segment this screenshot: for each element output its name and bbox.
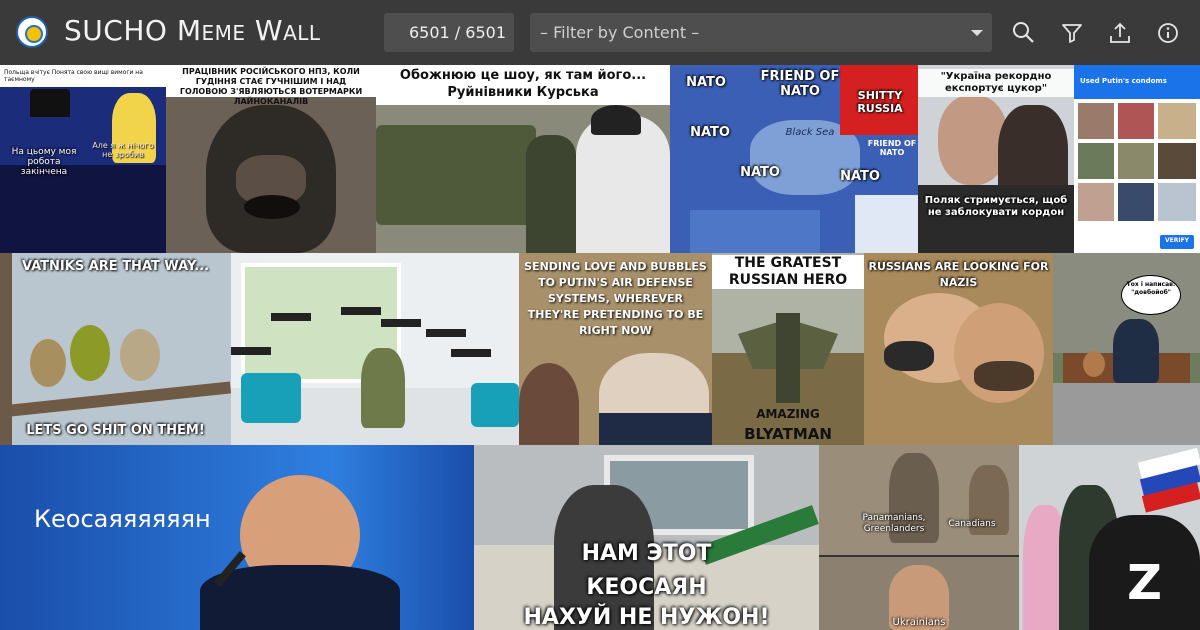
meme-caption: VATNIKS ARE THAT WAY... (21, 259, 210, 274)
meme-tile[interactable]: Кеосаяяяяяян (0, 445, 474, 630)
meme-tile[interactable] (231, 253, 519, 445)
meme-label: Ukrainians (892, 617, 946, 628)
meme-caption: На цьому моя робота закінчена (11, 147, 77, 177)
meme-caption: Поляк стримується, щоб не заблокувати ко… (924, 195, 1068, 218)
meme-caption: Польща вчітує Понята свою вищі вимоги на… (4, 69, 143, 83)
speech-bubble: Тох і написав: "довбойоб" (1126, 281, 1176, 296)
meme-label: NATO (690, 125, 730, 140)
meme-label: FRIEND OF NATO (760, 69, 840, 99)
meme-label: Z (1127, 555, 1162, 611)
content-filter-select[interactable]: – Filter by Content – (530, 13, 992, 52)
meme-caption: Руйнівники Курська (447, 85, 599, 100)
meme-label: Panamanians, Greenlanders (862, 513, 926, 534)
verify-button: VERIFY (1164, 237, 1190, 244)
meme-caption: НАХУЙ НЕ НУЖОН! (523, 605, 770, 630)
meme-caption: Кеосаяяяяяян (34, 505, 211, 533)
meme-tile[interactable]: Тох і написав: "довбойоб" (1053, 253, 1200, 445)
sucho-logo[interactable] (16, 16, 48, 48)
meme-caption: BLYATMAN (744, 425, 832, 443)
meme-caption: "Україна рекордно експортує цукор" (918, 69, 1074, 97)
meme-label: NATO (686, 75, 726, 90)
meme-label: SHITTY RUSSIA (857, 89, 903, 115)
filter-icon[interactable] (1059, 20, 1085, 46)
meme-caption: КЕОСАЯН (586, 575, 707, 600)
meme-caption: AMAZING (756, 407, 820, 421)
app-title-sub: Meme Wall (176, 14, 321, 47)
filter-placeholder: – Filter by Content – (540, 23, 700, 42)
meme-caption: SENDING LOVE AND BUBBLES TO PUTIN'S AIR … (524, 260, 707, 337)
meme-caption: Але я ж нічого не зробив (92, 141, 154, 159)
meme-tile[interactable]: "Україна рекордно експортує цукор" Поляк… (918, 65, 1074, 253)
meme-caption: Used Putin's condoms (1080, 77, 1167, 85)
meme-caption: THE GRATEST RUSSIAN HERO (712, 255, 864, 289)
meme-tile[interactable]: VATNIKS ARE THAT WAY... LETS GO SHIT ON … (0, 253, 231, 445)
top-bar: SUCHO Meme Wall 6501 / 6501 – Filter by … (0, 0, 1200, 65)
meme-tile[interactable]: Обожнюю це шоу, як там його... Руйнівник… (376, 65, 670, 253)
meme-tile[interactable]: Panamanians, Greenlanders Canadians Ukra… (819, 445, 1019, 630)
meme-caption: LETS GO SHIT ON THEM! (26, 423, 205, 438)
meme-label: Canadians (948, 519, 996, 529)
meme-tile[interactable]: Used Putin's condoms VERIFY (1074, 65, 1200, 253)
meme-caption: НАМ ЭТОТ (581, 541, 712, 566)
meme-caption: ПРАЦІВНИК РОСІЙСЬКОГО НПЗ, КОЛИ ГУДІННЯ … (179, 67, 363, 106)
meme-tile[interactable]: RUSSIANS ARE LOOKING FOR NAZIS (864, 253, 1053, 445)
meme-tile[interactable]: FRIEND OF NATO NATO NATO NATO NATO SHITT… (670, 65, 918, 253)
info-icon[interactable] (1155, 20, 1181, 46)
meme-tile[interactable]: Z (1019, 445, 1200, 630)
search-icon[interactable] (1011, 20, 1037, 46)
meme-tile[interactable]: ПРАЦІВНИК РОСІЙСЬКОГО НПЗ, КОЛИ ГУДІННЯ … (166, 65, 376, 253)
meme-counter[interactable]: 6501 / 6501 (384, 13, 514, 52)
chevron-down-icon (971, 30, 983, 36)
meme-label: FRIEND OF NATO (867, 139, 917, 157)
meme-caption: RUSSIANS ARE LOOKING FOR NAZIS (868, 260, 1049, 289)
meme-tile[interactable]: SENDING LOVE AND BUBBLES TO PUTIN'S AIR … (519, 253, 712, 445)
meme-label: Black Sea (785, 127, 835, 138)
upload-icon[interactable] (1107, 20, 1133, 46)
meme-tile[interactable]: НАМ ЭТОТ КЕОСАЯН НАХУЙ НЕ НУЖОН! (474, 445, 819, 630)
meme-tile[interactable]: THE GRATEST RUSSIAN HERO AMAZING BLYATMA… (712, 253, 864, 445)
meme-tile[interactable]: Польща вчітує Понята свою вищі вимоги на… (0, 65, 166, 253)
meme-caption: Обожнюю це шоу, як там його... (399, 68, 647, 83)
app-title: SUCHO Meme Wall (64, 14, 321, 47)
meme-wall: Польща вчітує Понята свою вищі вимоги на… (0, 65, 1200, 630)
meme-label: NATO (840, 169, 880, 184)
app-title-main: SUCHO (64, 14, 168, 47)
meme-label: NATO (740, 165, 780, 180)
